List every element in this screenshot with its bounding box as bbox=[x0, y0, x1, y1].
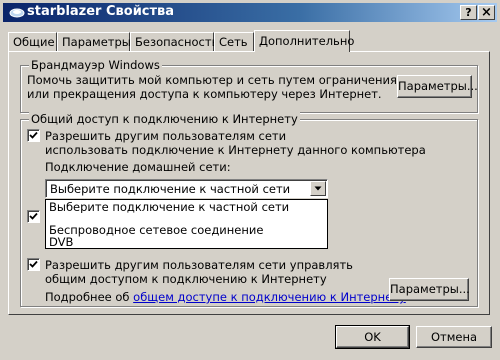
chevron-down-icon bbox=[314, 186, 322, 191]
ok-button[interactable]: OK bbox=[335, 325, 410, 349]
help-button[interactable]: ? bbox=[460, 5, 477, 20]
dropdown-option-hidden[interactable] bbox=[49, 213, 327, 218]
ics-group: Общий доступ к подключению к Интернету Р… bbox=[20, 112, 478, 307]
properties-dialog: starblazer Свойства ? × Общие Параметры … bbox=[0, 0, 500, 360]
checkmark-icon bbox=[29, 212, 38, 220]
allow-manage-label-line2: общим доступом к подключению к Интернету bbox=[45, 272, 327, 286]
window-title: starblazer Свойства bbox=[27, 4, 175, 19]
more-info-prefix: Подробнее об bbox=[45, 290, 134, 304]
firewall-legend: Брандмауэр Windows bbox=[29, 58, 162, 72]
checkmark-icon bbox=[29, 260, 38, 268]
dropdown-option-dvb[interactable]: DVB bbox=[49, 236, 73, 249]
tab-security[interactable]: Безопасность bbox=[130, 32, 218, 52]
tab-options[interactable]: Параметры bbox=[57, 32, 131, 52]
close-button[interactable]: × bbox=[478, 5, 495, 20]
firewall-group: Брандмауэр Windows Помочь защитить мой к… bbox=[20, 58, 478, 113]
tab-advanced[interactable]: Дополнительно bbox=[254, 30, 354, 52]
firewall-settings-button[interactable]: Параметры... bbox=[397, 75, 478, 98]
allow-sharing-label-line2: использовать подключение к Интернету дан… bbox=[45, 143, 426, 157]
firewall-description-line1: Помочь защитить мой компьютер и сеть пут… bbox=[27, 73, 397, 87]
tab-general[interactable]: Общие bbox=[8, 32, 57, 52]
dropdown-arrow-button[interactable] bbox=[310, 181, 326, 196]
combobox-value: Выберите подключение к частной сети bbox=[50, 182, 291, 196]
more-info-text: Подробнее об общем доступе к подключению… bbox=[45, 290, 409, 304]
network-connection-icon bbox=[9, 8, 25, 18]
home-network-combobox[interactable]: Выберите подключение к частной сети bbox=[45, 179, 328, 198]
allow-sharing-label-line1: Разрешить другим пользователям сети bbox=[45, 129, 287, 143]
ics-settings-button[interactable]: Параметры... bbox=[389, 278, 470, 301]
tab-panel-advanced: Брандмауэр Windows Помочь защитить мой к… bbox=[8, 51, 490, 315]
title-bar[interactable]: starblazer Свойства ? × bbox=[3, 3, 497, 22]
ics-help-link[interactable]: общем доступе к подключению к Интернету bbox=[133, 290, 406, 304]
ics-legend: Общий доступ к подключению к Интернету bbox=[29, 112, 300, 126]
tab-network[interactable]: Сеть bbox=[214, 32, 254, 52]
second-option-checkbox[interactable] bbox=[27, 210, 40, 223]
checkmark-icon bbox=[29, 131, 38, 139]
dropdown-option-wireless[interactable]: Беспроводное сетевое соединение bbox=[49, 224, 263, 237]
allow-manage-checkbox[interactable] bbox=[27, 258, 40, 271]
firewall-description-line2: или прекращения доступа к компьютеру чер… bbox=[27, 87, 382, 101]
cancel-button[interactable]: Отмена bbox=[416, 326, 492, 348]
home-network-dropdown-list: Выберите подключение к частной сети Бесп… bbox=[45, 199, 328, 249]
home-network-label: Подключение домашней сети: bbox=[45, 160, 231, 174]
allow-manage-label-line1: Разрешить другим пользователям сети упра… bbox=[45, 258, 353, 272]
allow-sharing-checkbox[interactable] bbox=[27, 129, 40, 142]
